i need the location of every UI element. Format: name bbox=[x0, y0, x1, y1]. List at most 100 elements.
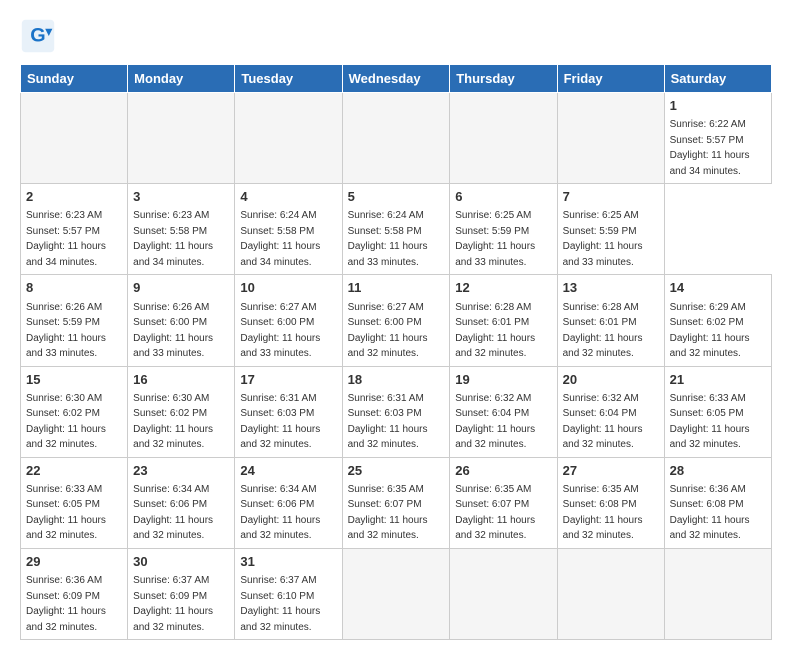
day-info: Sunrise: 6:30 AMSunset: 6:02 PMDaylight:… bbox=[26, 393, 106, 451]
calendar-day-cell: 13Sunrise: 6:28 AMSunset: 6:01 PMDayligh… bbox=[557, 275, 664, 366]
day-of-week-header: Monday bbox=[128, 65, 235, 93]
calendar-day-cell: 26 Sunrise: 6:35 AMSunset: 6:07 PMDayligh… bbox=[450, 457, 557, 548]
day-number: 29 bbox=[26, 553, 122, 571]
day-info: Sunrise: 6:23 AMSunset: 5:57 PMDaylight:… bbox=[26, 210, 106, 268]
calendar-day-cell: 25Sunrise: 6:35 AMSunset: 6:07 PMDayligh… bbox=[342, 457, 450, 548]
day-of-week-header: Tuesday bbox=[235, 65, 342, 93]
day-info: Sunrise: 6:24 AMSunset: 5:58 PMDaylight:… bbox=[240, 210, 320, 268]
day-number: 28 bbox=[670, 462, 766, 480]
calendar-empty-cell bbox=[235, 93, 342, 184]
calendar-day-cell: 29 Sunrise: 6:36 AMSunset: 6:09 PMDayligh… bbox=[21, 548, 128, 639]
day-number: 10 bbox=[240, 279, 336, 297]
day-number: 27 bbox=[563, 462, 659, 480]
day-number: 3 bbox=[133, 188, 229, 206]
calendar-empty-cell bbox=[450, 93, 557, 184]
calendar-day-cell: 8 Sunrise: 6:26 AMSunset: 5:59 PMDaylight… bbox=[21, 275, 128, 366]
day-number: 19 bbox=[455, 371, 551, 389]
day-info: Sunrise: 6:31 AMSunset: 6:03 PMDaylight:… bbox=[240, 393, 320, 451]
header: G bbox=[20, 18, 772, 54]
day-info: Sunrise: 6:22 AMSunset: 5:57 PMDaylight:… bbox=[670, 119, 750, 177]
day-number: 21 bbox=[670, 371, 766, 389]
calendar-day-cell: 23Sunrise: 6:34 AMSunset: 6:06 PMDayligh… bbox=[128, 457, 235, 548]
calendar-day-cell: 7 Sunrise: 6:25 AMSunset: 5:59 PMDaylight… bbox=[557, 184, 664, 275]
logo: G bbox=[20, 18, 60, 54]
calendar-day-cell: 2 Sunrise: 6:23 AMSunset: 5:57 PMDaylight… bbox=[21, 184, 128, 275]
day-info: Sunrise: 6:23 AMSunset: 5:58 PMDaylight:… bbox=[133, 210, 213, 268]
calendar-day-cell: 28Sunrise: 6:36 AMSunset: 6:08 PMDayligh… bbox=[664, 457, 771, 548]
day-info: Sunrise: 6:35 AMSunset: 6:07 PMDaylight:… bbox=[455, 484, 535, 542]
day-info: Sunrise: 6:29 AMSunset: 6:02 PMDaylight:… bbox=[670, 302, 750, 360]
calendar-day-cell: 20Sunrise: 6:32 AMSunset: 6:04 PMDayligh… bbox=[557, 366, 664, 457]
day-number: 13 bbox=[563, 279, 659, 297]
day-number: 12 bbox=[455, 279, 551, 297]
day-info: Sunrise: 6:37 AMSunset: 6:09 PMDaylight:… bbox=[133, 575, 213, 633]
logo-icon: G bbox=[20, 18, 56, 54]
calendar-day-cell: 4 Sunrise: 6:24 AMSunset: 5:58 PMDaylight… bbox=[235, 184, 342, 275]
day-number: 6 bbox=[455, 188, 551, 206]
day-info: Sunrise: 6:28 AMSunset: 6:01 PMDaylight:… bbox=[455, 302, 535, 360]
calendar-day-cell bbox=[342, 548, 450, 639]
day-info: Sunrise: 6:30 AMSunset: 6:02 PMDaylight:… bbox=[133, 393, 213, 451]
day-of-week-header: Saturday bbox=[664, 65, 771, 93]
day-info: Sunrise: 6:25 AMSunset: 5:59 PMDaylight:… bbox=[563, 210, 643, 268]
day-info: Sunrise: 6:37 AMSunset: 6:10 PMDaylight:… bbox=[240, 575, 320, 633]
day-number: 22 bbox=[26, 462, 122, 480]
calendar-empty-cell bbox=[342, 93, 450, 184]
day-number: 14 bbox=[670, 279, 766, 297]
calendar-day-cell: 24Sunrise: 6:34 AMSunset: 6:06 PMDayligh… bbox=[235, 457, 342, 548]
day-info: Sunrise: 6:26 AMSunset: 6:00 PMDaylight:… bbox=[133, 302, 213, 360]
day-number: 20 bbox=[563, 371, 659, 389]
calendar-day-cell: 9Sunrise: 6:26 AMSunset: 6:00 PMDaylight… bbox=[128, 275, 235, 366]
day-of-week-header: Friday bbox=[557, 65, 664, 93]
day-number: 7 bbox=[563, 188, 659, 206]
day-of-week-header: Wednesday bbox=[342, 65, 450, 93]
day-number: 15 bbox=[26, 371, 122, 389]
day-of-week-header: Sunday bbox=[21, 65, 128, 93]
day-number: 17 bbox=[240, 371, 336, 389]
day-info: Sunrise: 6:27 AMSunset: 6:00 PMDaylight:… bbox=[348, 302, 428, 360]
day-info: Sunrise: 6:35 AMSunset: 6:08 PMDaylight:… bbox=[563, 484, 643, 542]
day-info: Sunrise: 6:26 AMSunset: 5:59 PMDaylight:… bbox=[26, 302, 106, 360]
calendar-week-row: 2 Sunrise: 6:23 AMSunset: 5:57 PMDaylight… bbox=[21, 184, 772, 275]
calendar-empty-cell bbox=[128, 93, 235, 184]
calendar-day-cell: 21 Sunrise: 6:33 AMSunset: 6:05 PMDayligh… bbox=[664, 366, 771, 457]
day-number: 5 bbox=[348, 188, 445, 206]
calendar-empty-cell bbox=[21, 93, 128, 184]
calendar-day-cell: 14 Sunrise: 6:29 AMSunset: 6:02 PMDayligh… bbox=[664, 275, 771, 366]
day-info: Sunrise: 6:34 AMSunset: 6:06 PMDaylight:… bbox=[133, 484, 213, 542]
calendar-day-cell: 19Sunrise: 6:32 AMSunset: 6:04 PMDayligh… bbox=[450, 366, 557, 457]
day-info: Sunrise: 6:33 AMSunset: 6:05 PMDaylight:… bbox=[26, 484, 106, 542]
calendar-header-row: SundayMondayTuesdayWednesdayThursdayFrid… bbox=[21, 65, 772, 93]
calendar-day-cell: 15 Sunrise: 6:30 AMSunset: 6:02 PMDayligh… bbox=[21, 366, 128, 457]
calendar-day-cell: 17 Sunrise: 6:31 AMSunset: 6:03 PMDayligh… bbox=[235, 366, 342, 457]
calendar-week-row: 15 Sunrise: 6:30 AMSunset: 6:02 PMDayligh… bbox=[21, 366, 772, 457]
day-info: Sunrise: 6:25 AMSunset: 5:59 PMDaylight:… bbox=[455, 210, 535, 268]
day-number: 16 bbox=[133, 371, 229, 389]
day-of-week-header: Thursday bbox=[450, 65, 557, 93]
day-number: 11 bbox=[348, 279, 445, 297]
day-info: Sunrise: 6:24 AMSunset: 5:58 PMDaylight:… bbox=[348, 210, 428, 268]
day-number: 4 bbox=[240, 188, 336, 206]
calendar-day-cell: 12 Sunrise: 6:28 AMSunset: 6:01 PMDayligh… bbox=[450, 275, 557, 366]
calendar-day-cell: 6 Sunrise: 6:25 AMSunset: 5:59 PMDaylight… bbox=[450, 184, 557, 275]
day-number: 26 bbox=[455, 462, 551, 480]
page-container: G SundayMondayTuesdayWednesdayThursdayFr… bbox=[0, 0, 792, 650]
day-info: Sunrise: 6:27 AMSunset: 6:00 PMDaylight:… bbox=[240, 302, 320, 360]
day-number: 30 bbox=[133, 553, 229, 571]
calendar-day-cell: 27 Sunrise: 6:35 AMSunset: 6:08 PMDayligh… bbox=[557, 457, 664, 548]
calendar-day-cell: 22 Sunrise: 6:33 AMSunset: 6:05 PMDayligh… bbox=[21, 457, 128, 548]
day-number: 2 bbox=[26, 188, 122, 206]
calendar-week-row: 8 Sunrise: 6:26 AMSunset: 5:59 PMDaylight… bbox=[21, 275, 772, 366]
day-number: 8 bbox=[26, 279, 122, 297]
day-number: 24 bbox=[240, 462, 336, 480]
day-info: Sunrise: 6:33 AMSunset: 6:05 PMDaylight:… bbox=[670, 393, 750, 451]
calendar-empty-cell bbox=[557, 93, 664, 184]
calendar-day-cell bbox=[557, 548, 664, 639]
calendar-day-cell: 11 Sunrise: 6:27 AMSunset: 6:00 PMDayligh… bbox=[342, 275, 450, 366]
day-info: Sunrise: 6:36 AMSunset: 6:09 PMDaylight:… bbox=[26, 575, 106, 633]
calendar-day-cell: 31Sunrise: 6:37 AMSunset: 6:10 PMDayligh… bbox=[235, 548, 342, 639]
calendar-day-cell bbox=[664, 548, 771, 639]
calendar-week-row: 1Sunrise: 6:22 AMSunset: 5:57 PMDaylight… bbox=[21, 93, 772, 184]
calendar-week-row: 29 Sunrise: 6:36 AMSunset: 6:09 PMDayligh… bbox=[21, 548, 772, 639]
calendar-day-cell: 30 Sunrise: 6:37 AMSunset: 6:09 PMDayligh… bbox=[128, 548, 235, 639]
